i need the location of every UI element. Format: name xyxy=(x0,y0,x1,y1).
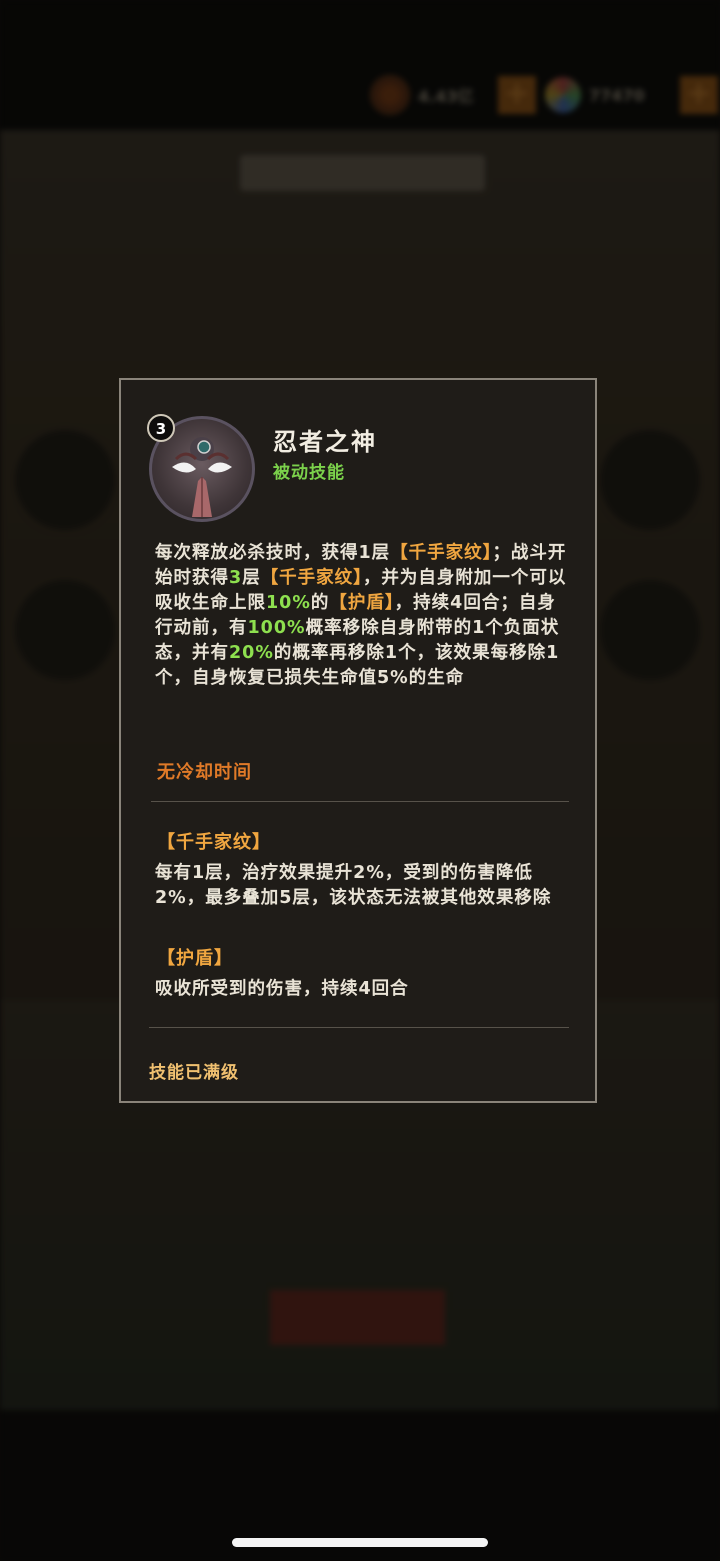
description-number: 20% xyxy=(229,643,274,663)
skill-type: 被动技能 xyxy=(273,463,345,483)
description-text: 层 xyxy=(242,568,261,588)
description-keyword: 【护盾】 xyxy=(329,593,395,613)
divider xyxy=(151,801,569,802)
max-level-text: 技能已满级 xyxy=(149,1063,239,1083)
description-text: 的 xyxy=(310,593,330,613)
description-keyword: 【千手家纹】 xyxy=(260,568,363,588)
description-number: 10% xyxy=(266,593,311,613)
divider xyxy=(149,1027,569,1028)
description-keyword: 【千手家纹】 xyxy=(390,543,493,563)
description-number: 100% xyxy=(247,618,306,638)
skill-level-badge: 3 xyxy=(147,414,175,442)
description-text: 每次释放必杀技时，获得1层 xyxy=(155,543,391,563)
home-indicator[interactable] xyxy=(232,1538,488,1547)
description-number: 3 xyxy=(229,568,243,588)
skill-icon: 3 xyxy=(147,414,255,522)
screen: 4.43亿 + 77470 + 3 忍者之神 被动技能 每次释放必杀技时，获得1… xyxy=(0,0,720,1561)
effect-title-shield: 【护盾】 xyxy=(157,948,233,969)
cooldown-text: 无冷却时间 xyxy=(157,762,252,783)
effect-text-shield: 吸收所受到的伤害，持续4回合 xyxy=(155,979,409,999)
skill-name: 忍者之神 xyxy=(273,428,377,456)
effect-title-clan-crest: 【千手家纹】 xyxy=(157,832,271,853)
effect-text-clan-crest: 每有1层，治疗效果提升2%，受到的伤害降低2%，最多叠加5层，该状态无法被其他效… xyxy=(155,863,552,908)
skill-detail-popup: 3 忍者之神 被动技能 每次释放必杀技时，获得1层【千手家纹】；战斗开始时获得3… xyxy=(119,378,597,1103)
skill-description: 每次释放必杀技时，获得1层【千手家纹】；战斗开始时获得3层【千手家纹】，并为自身… xyxy=(155,541,567,691)
